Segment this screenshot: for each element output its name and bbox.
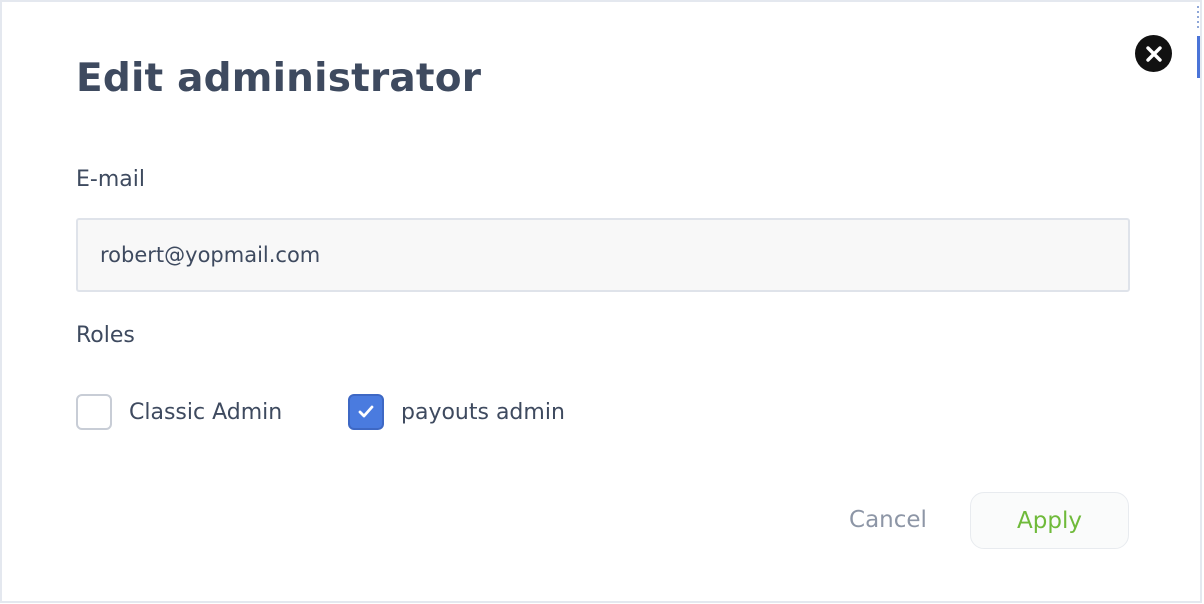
close-icon — [1145, 45, 1162, 62]
edit-administrator-dialog: Edit administrator E-mail Roles Classic … — [0, 0, 1202, 603]
payouts-admin-checkbox[interactable] — [348, 394, 384, 430]
window-edge-decoration — [1197, 6, 1199, 28]
classic-admin-label: Classic Admin — [129, 399, 283, 425]
cancel-button[interactable]: Cancel — [828, 497, 948, 543]
email-label: E-mail — [76, 167, 145, 192]
email-field[interactable] — [76, 218, 1130, 292]
classic-admin-checkbox[interactable] — [76, 394, 112, 430]
window-edge-scrollbar — [1197, 36, 1200, 78]
checkmark-icon — [358, 403, 374, 422]
roles-label: Roles — [76, 323, 135, 348]
payouts-admin-label: payouts admin — [401, 399, 565, 425]
role-payouts-admin[interactable]: payouts admin — [348, 394, 565, 430]
apply-button[interactable]: Apply — [970, 492, 1129, 549]
dialog-title: Edit administrator — [76, 56, 482, 101]
role-classic-admin[interactable]: Classic Admin — [76, 394, 282, 430]
close-button[interactable] — [1135, 35, 1172, 72]
